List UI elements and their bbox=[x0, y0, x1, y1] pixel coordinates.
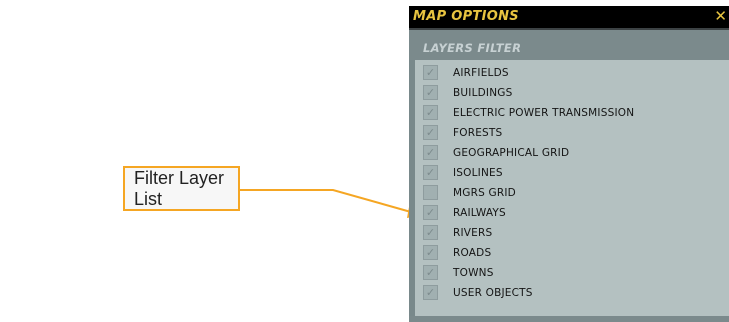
layers-filter-header: LAYERS FILTER bbox=[409, 30, 729, 60]
checkbox-checked-icon[interactable]: ✓ bbox=[423, 205, 438, 220]
checkbox-checked-icon[interactable]: ✓ bbox=[423, 225, 438, 240]
layer-row[interactable]: ✓ FORESTS bbox=[423, 124, 502, 141]
checkbox-checked-icon[interactable]: ✓ bbox=[423, 145, 438, 160]
layers-filter-list: ✓ AIRFIELDS ✓ BUILDINGS ✓ ELECTRIC POWER TRAN… bbox=[415, 60, 729, 316]
close-icon[interactable]: ✕ bbox=[714, 7, 727, 25]
checkbox-checked-icon[interactable]: ✓ bbox=[423, 125, 438, 140]
layer-row[interactable]: ✓ ELECTRIC POWER TRANSMISSION bbox=[423, 104, 634, 121]
checkbox-checked-icon[interactable]: ✓ bbox=[423, 85, 438, 100]
checkbox-checked-icon[interactable]: ✓ bbox=[423, 285, 438, 300]
layer-row[interactable]: ✓ ROADS bbox=[423, 244, 491, 261]
layer-row[interactable]: ✓ AIRFIELDS bbox=[423, 64, 509, 81]
layer-row[interactable]: ✓ TOWNS bbox=[423, 264, 494, 281]
window-title: MAP OPTIONS bbox=[413, 9, 519, 24]
layers-filter-title: LAYERS FILTER bbox=[423, 41, 522, 55]
layer-label: ELECTRIC POWER TRANSMISSION bbox=[453, 106, 635, 119]
checkbox-checked-icon[interactable]: ✓ bbox=[423, 165, 438, 180]
layer-row[interactable]: MGRS GRID bbox=[423, 184, 516, 201]
layer-label: GEOGRAPHICAL GRID bbox=[453, 146, 570, 159]
layer-label: RIVERS bbox=[453, 226, 493, 239]
checkbox-checked-icon[interactable]: ✓ bbox=[423, 105, 438, 120]
map-options-window: MAP OPTIONS ✕ LAYERS FILTER ✓ AIRFIELDS ✓ B… bbox=[409, 6, 729, 322]
layer-label: ISOLINES bbox=[453, 166, 503, 179]
layer-label: TOWNS bbox=[453, 266, 494, 279]
layer-label: USER OBJECTS bbox=[453, 286, 533, 299]
layer-row[interactable]: ✓ RIVERS bbox=[423, 224, 492, 241]
layer-row[interactable]: ✓ USER OBJECTS bbox=[423, 284, 533, 301]
layer-label: BUILDINGS bbox=[453, 86, 513, 99]
layer-label: AIRFIELDS bbox=[453, 66, 509, 79]
title-bar: MAP OPTIONS ✕ bbox=[409, 6, 729, 30]
layer-row[interactable]: ✓ ISOLINES bbox=[423, 164, 503, 181]
checkbox-checked-icon[interactable]: ✓ bbox=[423, 245, 438, 260]
layer-label: FORESTS bbox=[453, 126, 503, 139]
layer-label: ROADS bbox=[453, 246, 492, 259]
layer-label: RAILWAYS bbox=[453, 206, 506, 219]
layer-row[interactable]: ✓ GEOGRAPHICAL GRID bbox=[423, 144, 569, 161]
checkbox-checked-icon[interactable]: ✓ bbox=[423, 65, 438, 80]
layer-row[interactable]: ✓ RAILWAYS bbox=[423, 204, 506, 221]
checkbox-checked-icon[interactable]: ✓ bbox=[423, 265, 438, 280]
checkbox-unchecked-icon[interactable] bbox=[423, 185, 438, 200]
layer-label: MGRS GRID bbox=[453, 186, 516, 199]
layer-row[interactable]: ✓ BUILDINGS bbox=[423, 84, 512, 101]
